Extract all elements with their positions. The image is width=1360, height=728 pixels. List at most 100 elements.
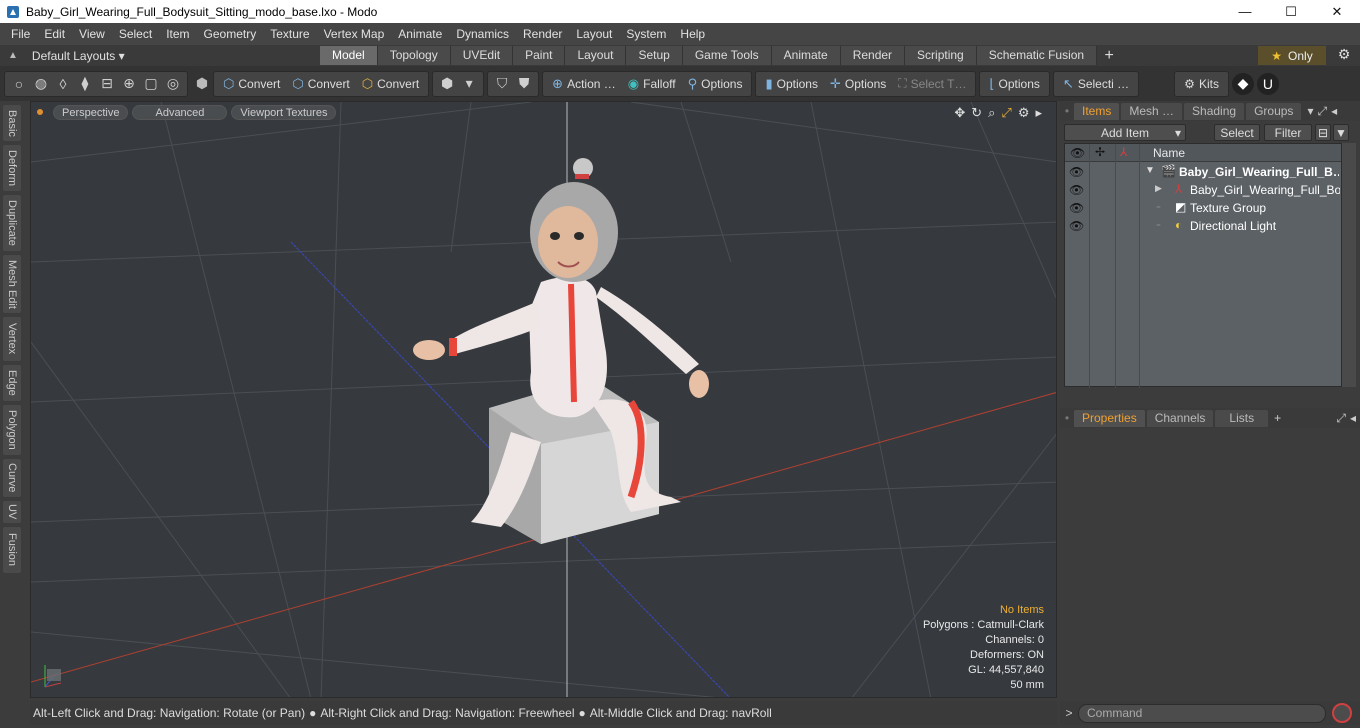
menu-animate[interactable]: Animate: [391, 27, 449, 41]
menu-view[interactable]: View: [72, 27, 112, 41]
convert-button-1[interactable]: ⬡ Convert: [217, 72, 286, 96]
viewport-expand-icon[interactable]: ▸: [1035, 105, 1042, 121]
tab-paint[interactable]: Paint: [513, 46, 566, 65]
material-mode-icon[interactable]: ◎: [162, 73, 184, 95]
add-item-button[interactable]: Add Item ▾: [1064, 123, 1186, 141]
options-button-2[interactable]: ▮ Options: [759, 72, 824, 96]
tab-uv[interactable]: UV: [3, 501, 21, 523]
viewport-textures-button[interactable]: Viewport Textures: [231, 104, 337, 120]
eye-icon[interactable]: 👁: [1069, 183, 1084, 197]
list-item-directional-light[interactable]: 👁 ╶ ◐ Directional Light: [1065, 217, 1341, 235]
sphere-mode-icon[interactable]: ◍: [30, 73, 52, 95]
tab-basic[interactable]: Basic: [3, 105, 21, 141]
chevron-down-icon[interactable]: ▾: [458, 73, 480, 95]
edge-mode-icon[interactable]: ◊: [52, 73, 74, 95]
menu-select[interactable]: Select: [112, 27, 159, 41]
menu-render[interactable]: Render: [516, 27, 569, 41]
panel-expand-icon[interactable]: ⤢: [1336, 411, 1346, 426]
options-button-3[interactable]: ✛ Options: [824, 72, 892, 96]
menu-edit[interactable]: Edit: [37, 27, 72, 41]
selection-button[interactable]: ↖ Selecti …: [1057, 72, 1135, 96]
tab-channels[interactable]: Channels: [1146, 409, 1214, 427]
tab-deform[interactable]: Deform: [3, 145, 21, 191]
tab-uvedit[interactable]: UVEdit: [450, 46, 514, 65]
unity-icon[interactable]: ◆: [1231, 72, 1254, 95]
items-scrollbar[interactable]: [1342, 143, 1356, 387]
tab-render[interactable]: Render: [840, 46, 906, 65]
tab-scripting[interactable]: Scripting: [905, 46, 977, 65]
select-button[interactable]: Select: [1214, 123, 1260, 141]
list-item-texture-group[interactable]: 👁 ╶ ◩ Texture Group: [1065, 199, 1341, 217]
falloff-button[interactable]: ◉ Falloff: [622, 72, 682, 96]
add-tab-plus-icon[interactable]: +: [1097, 47, 1121, 65]
tab-shading[interactable]: Shading: [1184, 102, 1245, 120]
expand-triangle-icon[interactable]: ▶: [1155, 183, 1162, 194]
tab-model[interactable]: Model: [320, 46, 378, 65]
collapse-up-icon[interactable]: ▲: [8, 50, 18, 61]
record-macro-icon[interactable]: [1332, 703, 1352, 723]
tab-topology[interactable]: Topology: [377, 46, 451, 65]
tab-lists[interactable]: Lists: [1215, 409, 1269, 427]
viewport-gear-icon[interactable]: ⚙: [1018, 105, 1030, 121]
menu-layout[interactable]: Layout: [569, 27, 619, 41]
close-button[interactable]: ✕: [1314, 0, 1360, 23]
viewport-menu-dot[interactable]: [37, 109, 43, 115]
tab-vertex[interactable]: Vertex: [3, 317, 21, 361]
tab-groups[interactable]: Groups: [1246, 102, 1302, 120]
tab-setup[interactable]: Setup: [626, 46, 683, 65]
lock-column-icon[interactable]: ✢: [1095, 145, 1105, 159]
3d-viewport[interactable]: Perspective Advanced Viewport Textures ✥…: [30, 101, 1057, 698]
shield-alt-icon[interactable]: ⛊: [513, 73, 535, 95]
tab-duplicate[interactable]: Duplicate: [3, 195, 21, 251]
advanced-button[interactable]: Advanced: [132, 104, 228, 120]
perspective-button[interactable]: Perspective: [53, 104, 129, 120]
menu-item[interactable]: Item: [159, 27, 196, 41]
menu-texture[interactable]: Texture: [263, 27, 316, 41]
tab-properties[interactable]: Properties: [1074, 409, 1145, 427]
action-center-button[interactable]: ⊕ Action …: [546, 72, 622, 96]
tab-items[interactable]: Items: [1074, 102, 1120, 120]
tab-schematic-fusion[interactable]: Schematic Fusion: [976, 46, 1098, 65]
tab-animate[interactable]: Animate: [771, 46, 841, 65]
primitive-cube-icon[interactable]: ⬢: [436, 73, 458, 95]
eye-icon[interactable]: 👁: [1069, 219, 1084, 233]
funnel-icon[interactable]: ▼: [1333, 123, 1349, 141]
options-button-4[interactable]: ⌊ Options: [983, 72, 1045, 96]
tab-mesh[interactable]: Mesh …: [1121, 102, 1183, 120]
panel-menu-chevron-icon[interactable]: ▾: [1307, 104, 1313, 118]
list-item-mesh[interactable]: 👁 ▶ ⅄ Baby_Girl_Wearing_Full_Bod…: [1065, 181, 1341, 199]
pivot-mode-icon[interactable]: ⊕: [118, 73, 140, 95]
maximize-viewport-icon[interactable]: ⤢: [1001, 105, 1011, 121]
only-toggle[interactable]: ★ Only: [1258, 46, 1326, 65]
rotate-icon[interactable]: ↻: [971, 105, 982, 121]
menu-vertex-map[interactable]: Vertex Map: [317, 27, 392, 41]
menu-geometry[interactable]: Geometry: [197, 27, 264, 41]
kits-button[interactable]: ⚙ Kits: [1178, 72, 1225, 96]
convert-button-2[interactable]: ⬡ Convert: [286, 72, 355, 96]
maximize-button[interactable]: ☐: [1268, 0, 1314, 23]
panel-collapse-icon[interactable]: ◂: [1350, 411, 1356, 425]
eye-icon[interactable]: 👁: [1069, 165, 1084, 179]
tab-mesh-edit[interactable]: Mesh Edit: [3, 255, 21, 313]
shield-icon[interactable]: ⛉: [491, 73, 513, 95]
items-mode-icon[interactable]: ⊟: [96, 73, 118, 95]
options-button-1[interactable]: ⚲ Options: [682, 72, 749, 96]
tab-fusion[interactable]: Fusion: [3, 527, 21, 573]
add-tab-plus-icon[interactable]: +: [1274, 411, 1281, 425]
list-item-scene[interactable]: 👁 ▼ 🎬 Baby_Girl_Wearing_Full_B…: [1065, 163, 1341, 181]
unreal-icon[interactable]: U: [1256, 72, 1279, 95]
command-input[interactable]: Command: [1078, 703, 1326, 723]
tab-layout[interactable]: Layout: [565, 46, 627, 65]
name-column-header[interactable]: Name: [1153, 146, 1185, 160]
gear-icon[interactable]: ⚙: [1334, 46, 1354, 65]
polygon-mode-icon[interactable]: ⧫: [74, 73, 96, 95]
select-through-button[interactable]: ⛶ Select T…: [892, 72, 972, 96]
vertex-mode-icon[interactable]: ○: [8, 73, 30, 95]
tab-game-tools[interactable]: Game Tools: [682, 46, 772, 65]
visibility-eye-icon[interactable]: 👁: [1070, 146, 1085, 160]
menu-help[interactable]: Help: [673, 27, 712, 41]
menu-file[interactable]: File: [4, 27, 37, 41]
default-layouts-dropdown[interactable]: ▲ Default Layouts ▾: [0, 49, 320, 63]
zoom-icon[interactable]: ⌕: [988, 105, 995, 121]
convert-button-3[interactable]: ⬡ Convert: [356, 72, 425, 96]
